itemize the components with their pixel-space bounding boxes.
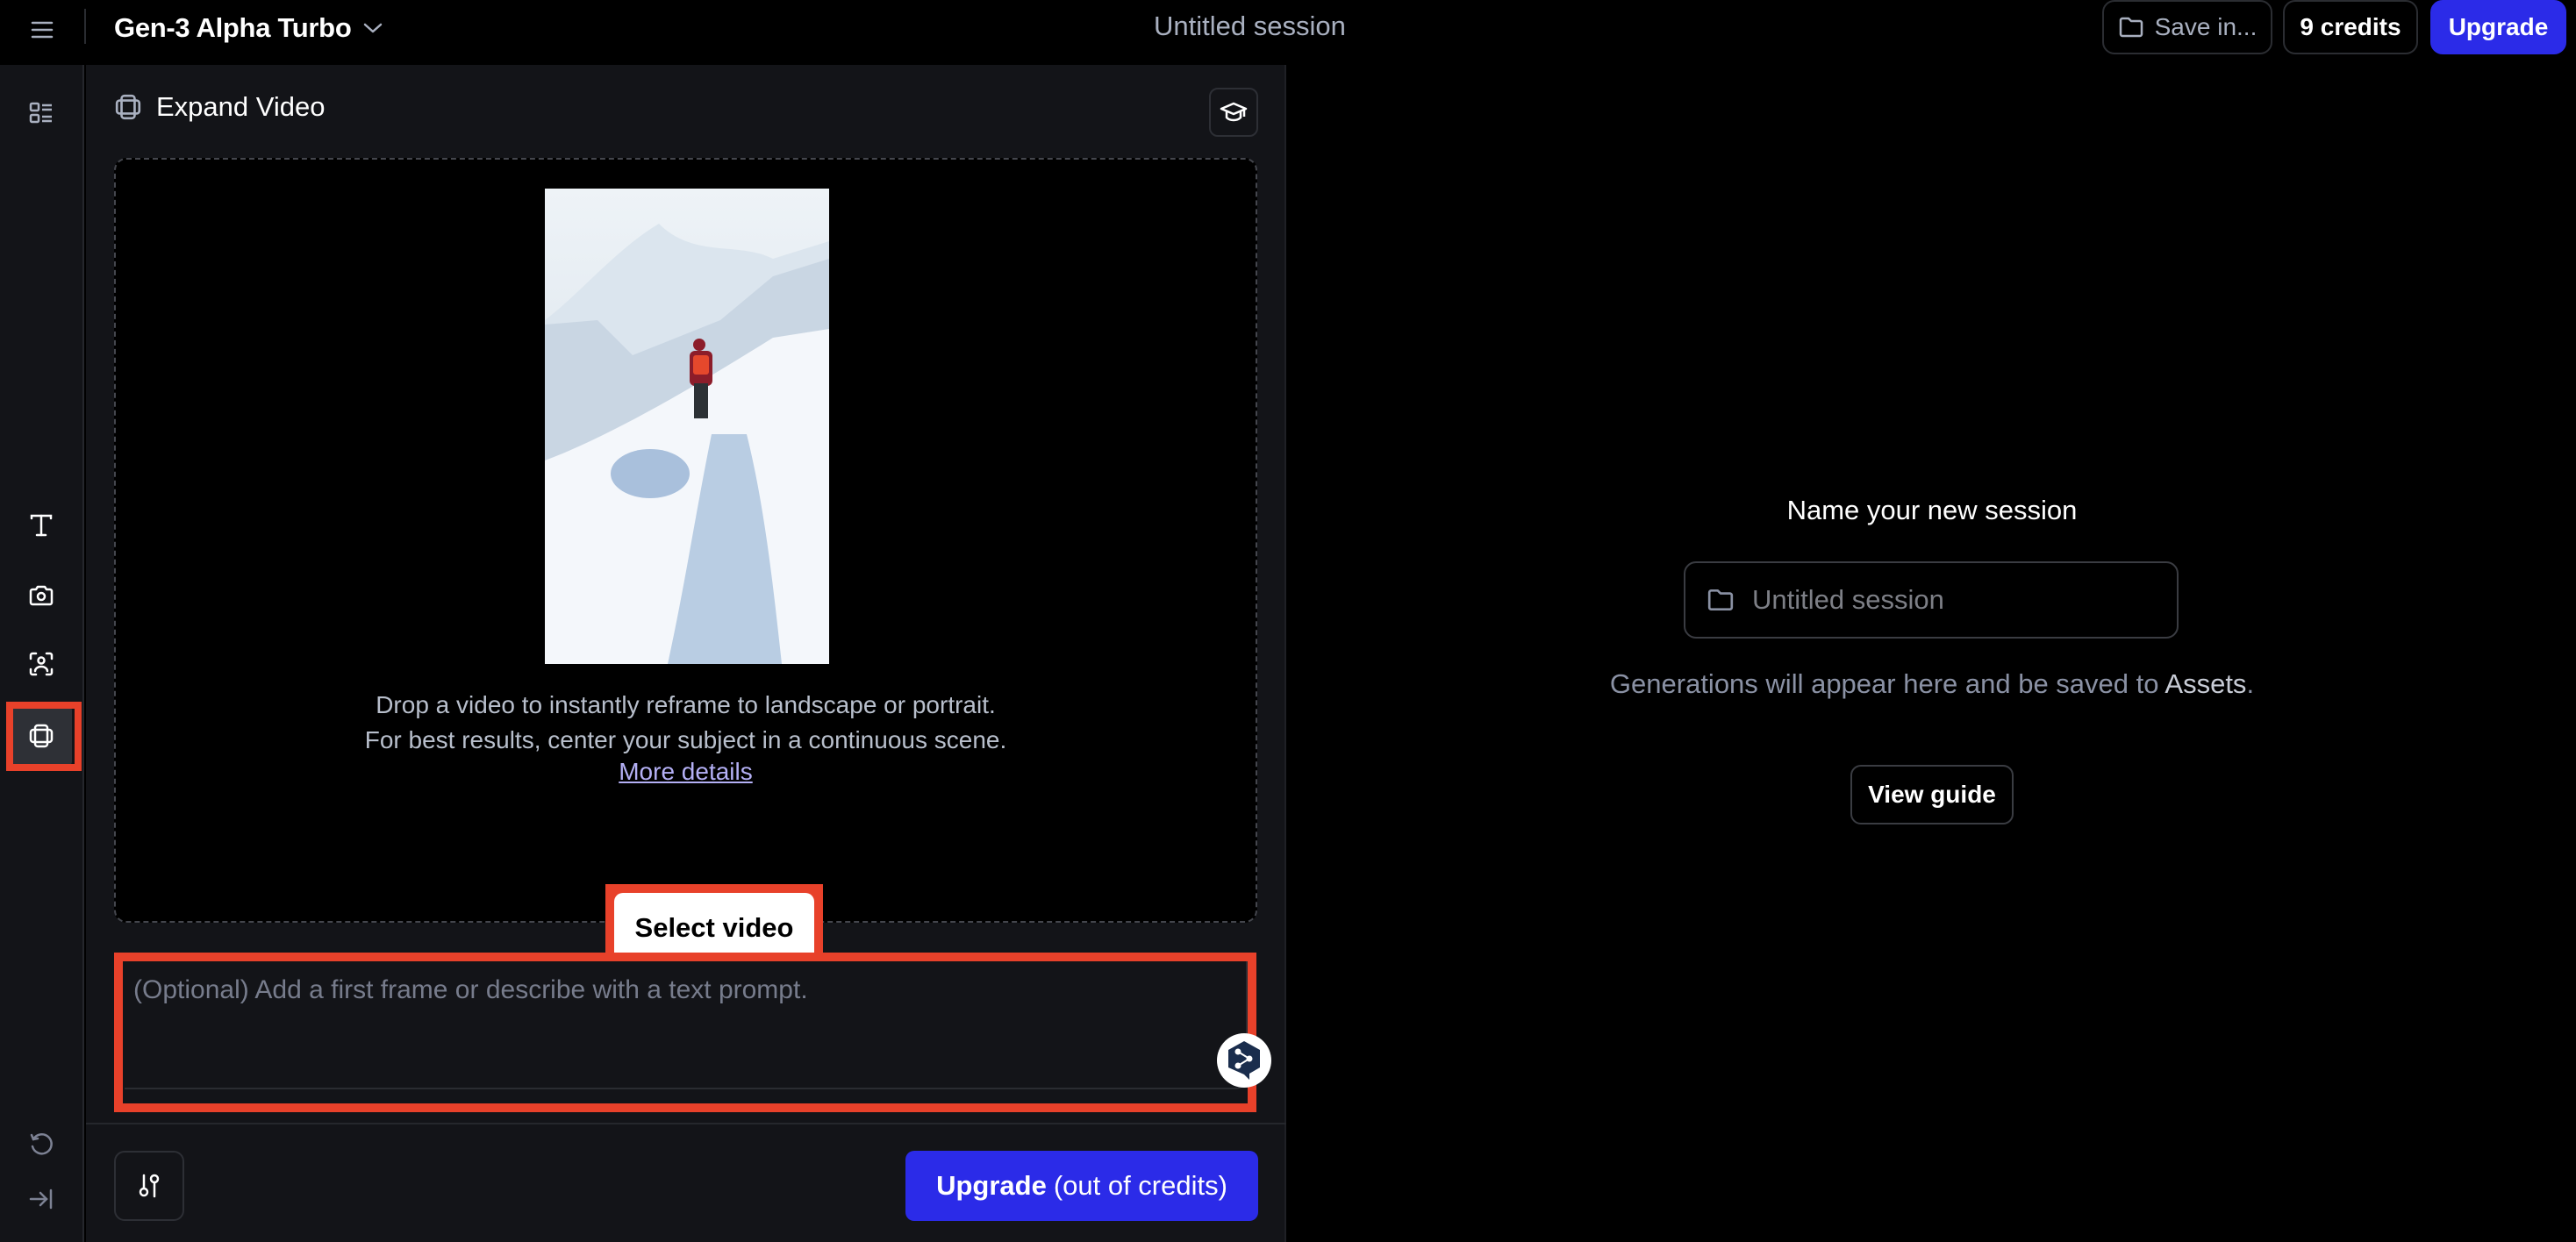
generations-info-period: . [2246,668,2255,699]
top-bar: Gen-3 Alpha Turbo Untitled session Save … [0,0,2576,65]
upgrade-generate-button[interactable]: Upgrade (out of credits) [905,1151,1258,1221]
session-name-field[interactable] [1684,561,2179,639]
graduation-cap-icon [1220,102,1248,122]
session-panel: Name your new session Generations will a… [1288,65,2576,1242]
translate-extension-button[interactable] [1217,1033,1271,1088]
prompt-input[interactable] [133,975,1169,1063]
sliders-icon [139,1174,160,1198]
credits-button[interactable]: 9 credits [2283,0,2418,54]
generations-info-text: Generations will appear here and be save… [1609,668,2165,699]
video-drop-zone[interactable]: Drop a video to instantly reframe to lan… [114,158,1257,974]
drop-instruction-line-1: Drop a video to instantly reframe to lan… [376,691,996,718]
tutorial-button[interactable] [1209,88,1258,137]
divider [86,1123,1286,1124]
out-of-credits-label: (out of credits) [1053,1170,1227,1201]
model-selector[interactable]: Gen-3 Alpha Turbo [114,7,383,49]
prompt-area [114,953,1271,1112]
name-session-heading: Name your new session [1786,495,2078,525]
save-in-label: Save in... [2154,13,2258,40]
session-name-input[interactable] [1752,584,2177,616]
drop-instruction-line-2: For best results, center your subject in… [364,726,1007,753]
expand-video-panel: Expand Video Drop a video to instantly r… [86,65,1286,1242]
view-guide-button[interactable]: View guide [1850,765,2014,824]
hamburger-icon [31,21,54,39]
model-name: Gen-3 Alpha Turbo [114,12,352,43]
assets-label: Assets [2165,668,2247,699]
expand-frame-icon [115,94,141,120]
expand-frame-icon [29,724,54,748]
session-title[interactable]: Untitled session [1154,11,1346,42]
more-details-link[interactable]: More details [619,758,753,785]
panel-header: Expand Video [114,91,325,123]
menu-button[interactable] [26,14,58,46]
sidebar-item-act-one[interactable] [11,633,72,695]
text-icon [30,514,53,537]
video-thumbnail [545,189,829,664]
header-divider [84,9,86,44]
chevron-down-icon [364,23,383,33]
sidebar-item-collapse[interactable] [11,1168,72,1230]
folder-icon [1707,589,1734,610]
sidebar-item-image[interactable] [11,565,72,626]
sidebar-item-history[interactable] [11,1114,72,1175]
panel-title: Expand Video [156,91,326,122]
camera-icon [29,585,54,606]
collapse-right-icon [29,1188,53,1210]
prompt-box [125,961,1271,1089]
folder-icon [2119,17,2143,38]
history-icon [30,1133,53,1155]
upgrade-button[interactable]: Upgrade [2430,0,2566,54]
share-hexagon-icon [1228,1041,1260,1080]
sidebar-item-expand-video[interactable] [11,705,72,767]
sidebar-item-text[interactable] [11,495,72,556]
generations-info: Generations will appear here and be save… [1288,667,2576,702]
list-grid-icon [29,102,52,124]
upgrade-label: Upgrade [936,1170,1047,1201]
person-focus-icon [29,652,54,676]
save-in-button[interactable]: Save in... [2102,0,2272,54]
sidebar-item-sessions[interactable] [11,82,72,144]
drop-instructions: Drop a video to instantly reframe to lan… [116,688,1256,758]
settings-button[interactable] [114,1151,184,1221]
tool-sidebar [0,65,84,1242]
